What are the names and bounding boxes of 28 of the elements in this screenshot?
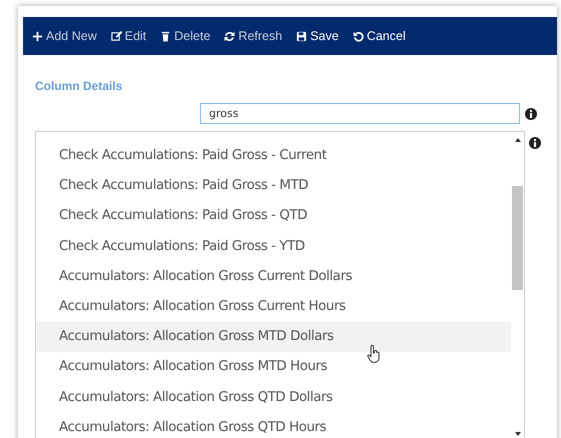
scroll-up-icon[interactable] — [514, 138, 520, 142]
dropdown-option[interactable]: Accumulators: Allocation Gross QTD Dollars — [36, 382, 511, 413]
toolbar-button[interactable]: Add New — [32, 29, 97, 43]
hand-cursor-icon — [367, 345, 381, 363]
dropdown-option[interactable]: Check Accumulations: Paid Gross - QTD — [36, 201, 511, 232]
refresh-icon — [224, 30, 236, 42]
dropdown-option[interactable]: Accumulators: Allocation Gross MTD Dollars — [36, 322, 511, 352]
edit-icon — [110, 30, 122, 42]
info-icon — [529, 137, 541, 149]
dropdown-option[interactable]: Accumulators: Allocation Gross Current Hours — [36, 292, 511, 322]
dropdown-option[interactable]: Accumulators: Allocation Gross MTD Hours — [36, 352, 511, 382]
plus-icon — [32, 30, 43, 42]
dropdown-option[interactable]: Accumulators: Allocation Gross Current Dollars — [36, 262, 511, 292]
toolbar-button[interactable]: Edit — [110, 29, 146, 43]
section-title: Column Details — [35, 79, 124, 93]
toolbar-button[interactable]: Save — [296, 29, 339, 43]
undo-icon — [352, 30, 364, 42]
toolbar-button[interactable]: Cancel — [352, 29, 406, 43]
toolbar-button[interactable]: Delete — [160, 29, 210, 43]
info-icon — [525, 108, 537, 120]
dropdown-option[interactable]: Check Accumulations: Paid Gross - Current — [36, 141, 511, 172]
dropdown-option[interactable]: Check Accumulations: Paid Gross - YTD — [36, 232, 511, 262]
search-field[interactable]: gross — [200, 103, 520, 124]
scroll-down-icon[interactable] — [514, 432, 520, 436]
dropdown-option[interactable]: Check Accumulations: Paid Gross - MTD — [36, 171, 511, 202]
toolbar-button[interactable]: Refresh — [224, 29, 282, 43]
trash-icon — [160, 30, 172, 42]
dropdown-option[interactable]: Accumulators: Allocation Gross QTD Hours — [36, 412, 511, 438]
